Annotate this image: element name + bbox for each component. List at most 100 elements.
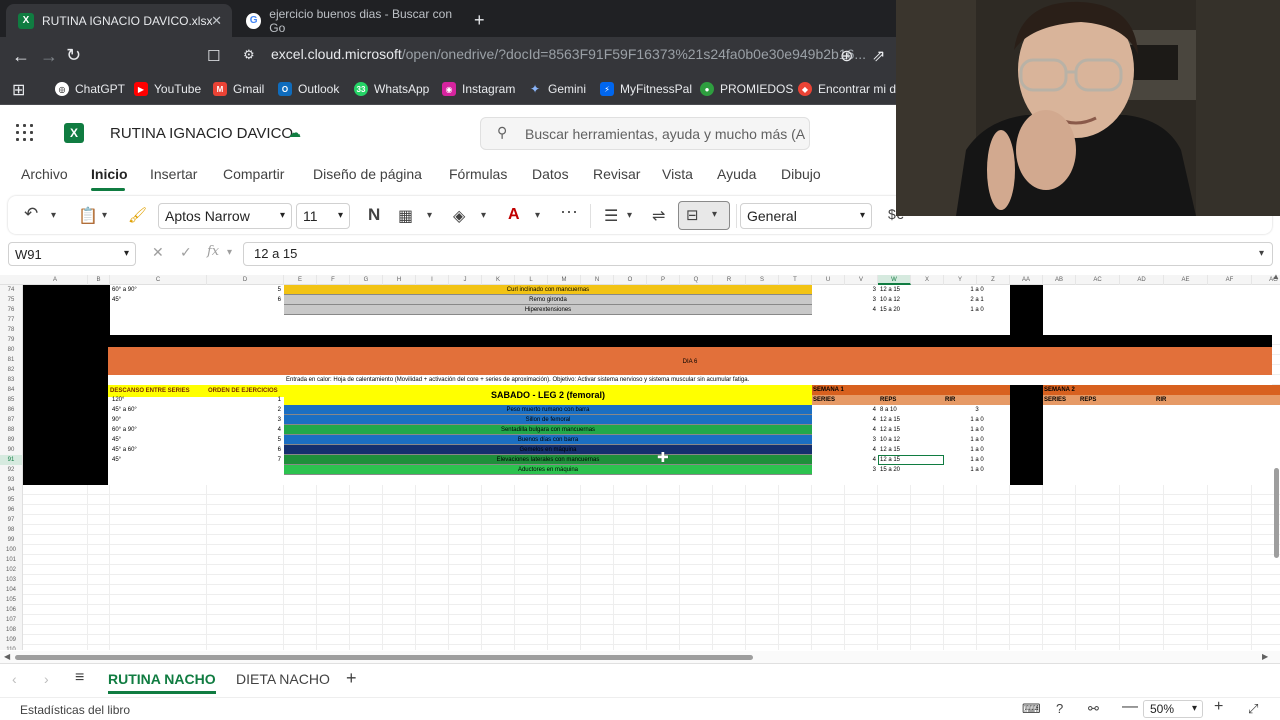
apps-grid-icon[interactable]: ⊞ [12, 80, 25, 100]
formula-input[interactable]: 12 a 15 ▾ [243, 242, 1273, 266]
zoom-select[interactable]: 50% ▾ [1143, 700, 1203, 718]
row-header[interactable]: 110 [0, 645, 22, 650]
bold-icon[interactable]: N [368, 205, 380, 225]
column-header[interactable]: AB [1043, 275, 1076, 285]
share-icon[interactable]: ⇗ [872, 46, 885, 66]
row-header[interactable]: 79 [0, 335, 22, 345]
vertical-scroll-thumb[interactable] [1274, 468, 1279, 558]
column-header[interactable]: K [482, 275, 515, 285]
column-header[interactable]: U [812, 275, 845, 285]
column-header[interactable]: C [110, 275, 207, 285]
site-info-icon[interactable]: ⚙ [243, 47, 255, 63]
row-header[interactable]: 94 [0, 485, 22, 495]
merge-center-button[interactable]: ⊟ ▾ [678, 201, 730, 230]
font-size-select[interactable]: 11 ▾ [296, 203, 350, 229]
menu-compartir[interactable]: Compartir [223, 166, 284, 182]
row-header[interactable]: 98 [0, 525, 22, 535]
column-header[interactable]: AF [1208, 275, 1252, 285]
column-header[interactable]: P [647, 275, 680, 285]
menu-ayuda[interactable]: Ayuda [717, 166, 756, 182]
bookmark-gemini[interactable]: ✦ Gemini [528, 82, 586, 96]
zoom-icon[interactable]: ⊕ [840, 46, 853, 66]
bookmark-whatsapp[interactable]: 33 WhatsApp [354, 82, 429, 96]
menu-formulas[interactable]: Fórmulas [449, 166, 507, 182]
cancel-icon[interactable]: ✕ [152, 244, 164, 261]
help-icon[interactable]: ? [1056, 701, 1063, 716]
menu-archivo[interactable]: Archivo [21, 166, 68, 182]
row-header[interactable]: 97 [0, 515, 22, 525]
column-header[interactable]: B [88, 275, 110, 285]
keyboard-icon[interactable]: ⌨ [1022, 701, 1041, 717]
row-header[interactable]: 109 [0, 635, 22, 645]
row-header[interactable]: 84 [0, 385, 22, 395]
chevron-down-icon[interactable]: ▾ [227, 247, 232, 258]
all-sheets-icon[interactable]: ≡ [75, 669, 84, 687]
bookmark-promiedos[interactable]: ● PROMIEDOS [700, 82, 793, 96]
column-header[interactable]: M [548, 275, 581, 285]
row-header[interactable]: 80 [0, 345, 22, 355]
browser-tab-google[interactable]: G ejercicio buenos dias - Buscar con Go [236, 4, 462, 37]
new-tab-plus-icon[interactable]: + [474, 10, 485, 31]
row-header[interactable]: 82 [0, 365, 22, 375]
zoom-in-icon[interactable]: + [1214, 698, 1223, 716]
column-header[interactable]: V [845, 275, 878, 285]
bookmark-youtube[interactable]: ▶ YouTube [134, 82, 201, 96]
back-arrow-icon[interactable]: ← [12, 46, 30, 67]
document-title[interactable]: RUTINA IGNACIO DAVICO [110, 125, 293, 142]
column-header[interactable]: H [383, 275, 416, 285]
column-header[interactable]: X [911, 275, 944, 285]
row-header[interactable]: 107 [0, 615, 22, 625]
column-header[interactable]: Y [944, 275, 977, 285]
sheet-tab-rutina[interactable]: RUTINA NACHO [108, 671, 216, 687]
row-header[interactable]: 89 [0, 435, 22, 445]
column-header[interactable]: AE [1164, 275, 1208, 285]
row-header[interactable]: 78 [0, 325, 22, 335]
horizontal-scroll-thumb[interactable] [15, 655, 753, 660]
next-sheet-icon[interactable]: › [44, 671, 49, 687]
bookmark-encontrar[interactable]: ◆ Encontrar mi dis [798, 82, 905, 96]
row-header[interactable]: 90 [0, 445, 22, 455]
column-header[interactable]: T [779, 275, 812, 285]
row-header[interactable]: 102 [0, 565, 22, 575]
row-header[interactable]: 99 [0, 535, 22, 545]
bookmark-chatgpt[interactable]: ◎ ChatGPT [55, 82, 125, 96]
column-header[interactable]: AA [1010, 275, 1043, 285]
chevron-down-icon[interactable]: ▾ [427, 210, 432, 221]
bookmark-myfitnesspal[interactable]: ⚡ MyFitnessPal [600, 82, 692, 96]
row-header[interactable]: 108 [0, 625, 22, 635]
menu-insertar[interactable]: Insertar [150, 166, 197, 182]
app-launcher-icon[interactable] [16, 124, 34, 142]
spreadsheet-grid[interactable]: A B C D E F G H I J K L M N O P Q R S T U V W X Y Z AA AB AC AD AE AF AG… [0, 275, 1280, 650]
column-header[interactable]: J [449, 275, 482, 285]
zoom-out-icon[interactable]: — [1122, 698, 1138, 716]
format-painter-icon[interactable]: 🖌 [128, 206, 147, 224]
menu-dibujo[interactable]: Dibujo [781, 166, 821, 182]
borders-icon[interactable]: ▦ [398, 206, 413, 226]
row-header[interactable]: 106 [0, 605, 22, 615]
close-tab-icon[interactable]: ✕ [211, 13, 222, 29]
number-format-select[interactable]: General ▾ [740, 203, 872, 229]
row-header[interactable]: 105 [0, 595, 22, 605]
chevron-down-icon[interactable]: ▾ [51, 210, 56, 221]
clipboard-icon[interactable]: 📋 [78, 206, 98, 226]
bookmark-icon[interactable]: ☐ [207, 47, 220, 65]
font-color-icon[interactable]: A [508, 206, 520, 224]
column-header[interactable]: D [207, 275, 284, 285]
add-sheet-icon[interactable]: + [346, 668, 357, 689]
menu-revisar[interactable]: Revisar [593, 166, 640, 182]
row-header[interactable]: 77 [0, 315, 22, 325]
menu-datos[interactable]: Datos [532, 166, 569, 182]
row-header[interactable]: 85 [0, 395, 22, 405]
row-header[interactable]: 101 [0, 555, 22, 565]
row-header[interactable]: 81 [0, 355, 22, 365]
bookmark-gmail[interactable]: M Gmail [213, 82, 264, 96]
scroll-right-icon[interactable]: ▶ [1262, 652, 1268, 661]
cloud-saved-icon[interactable]: ☁ [288, 125, 304, 140]
undo-icon[interactable]: ↶ [24, 204, 38, 224]
scroll-up-icon[interactable]: ▲ [1272, 272, 1280, 281]
workbook-stats[interactable]: Estadísticas del libro [20, 703, 130, 717]
function-icon[interactable]: fx [207, 244, 219, 259]
row-header[interactable]: 83 [0, 375, 22, 385]
chevron-down-icon[interactable]: ▾ [481, 210, 486, 221]
column-header[interactable]: N [581, 275, 614, 285]
